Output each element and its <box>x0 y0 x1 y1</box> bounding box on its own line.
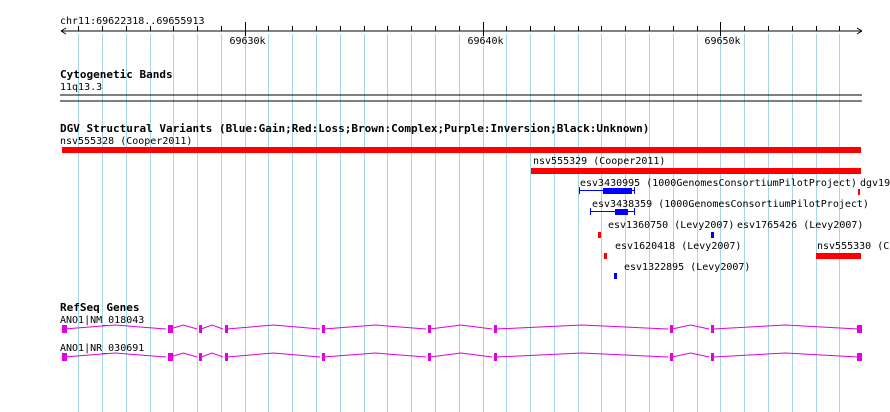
transcript-exon[interactable] <box>168 353 173 361</box>
transcript-label: ANO1|NM_018043 <box>60 315 144 326</box>
transcript-exon[interactable] <box>62 325 67 333</box>
transcript-exon[interactable] <box>199 353 202 361</box>
transcript-label: ANO1|NR_030691 <box>60 343 144 354</box>
variant-bar[interactable] <box>604 253 607 259</box>
variant-label: nsv555328 (Cooper2011) <box>60 136 192 147</box>
transcript-exon[interactable] <box>670 353 673 361</box>
transcript-exon[interactable] <box>322 353 325 361</box>
transcript-exon[interactable] <box>670 325 673 333</box>
variant-label: esv1360750 (Levy2007) <box>608 220 734 231</box>
transcript-intron-line[interactable] <box>63 352 859 358</box>
ruler-track: chr11:69622318..69655913 69630k 69640k 696… <box>60 16 863 47</box>
variant-label: nsv555329 (Cooper2011) <box>533 156 665 167</box>
variant-label: esv3430995 (1000GenomesConsortiumPilotPr… <box>580 178 857 189</box>
transcript-exon[interactable] <box>199 325 202 333</box>
ruler-tick-label: 69650k <box>704 36 740 47</box>
cytoband-label: 11q13.3 <box>60 82 102 93</box>
refseq-genes-track[interactable]: RefSeq Genes ANO1|NM_018043 ANO1|NR_03069… <box>60 301 862 361</box>
transcript-exon[interactable] <box>711 353 714 361</box>
variant-bar[interactable] <box>531 168 861 174</box>
variant-bar[interactable] <box>614 273 617 279</box>
refseq-genes-title: RefSeq Genes <box>60 301 139 314</box>
variant-bar[interactable] <box>858 189 860 195</box>
cytogenetic-bands-title: Cytogenetic Bands <box>60 68 173 81</box>
transcript-exon[interactable] <box>857 353 862 361</box>
transcript-exon[interactable] <box>428 353 431 361</box>
transcript-exon[interactable] <box>494 353 497 361</box>
location-label: chr11:69622318..69655913 <box>60 16 205 27</box>
transcript-exon[interactable] <box>494 325 497 333</box>
dgv-track-title: DGV Structural Variants (Blue:Gain;Red:L… <box>60 122 649 135</box>
variant-label: esv1620418 (Levy2007) <box>615 241 741 252</box>
transcript-exon[interactable] <box>857 325 862 333</box>
ruler-tick-label: 69640k <box>467 36 503 47</box>
variant-bar[interactable] <box>711 232 714 238</box>
variant-label: dgv19 <box>860 178 890 189</box>
transcript-exon[interactable] <box>322 325 325 333</box>
variant-bar[interactable] <box>598 232 601 238</box>
transcript-exon[interactable] <box>62 353 67 361</box>
tracks-canvas: chr11:69622318..69655913 69630k 69640k 696… <box>60 16 890 412</box>
variant-label: esv1322895 (Levy2007) <box>624 262 750 273</box>
transcript-exon[interactable] <box>225 353 228 361</box>
transcript-exon[interactable] <box>225 325 228 333</box>
variant-label: esv1765426 (Levy2007) <box>737 220 863 231</box>
variant-bar[interactable] <box>816 253 861 259</box>
genome-browser: chr11:69622318..69655913 69630k 69640k 696… <box>0 0 890 412</box>
transcript-intron-line[interactable] <box>63 324 859 330</box>
transcript-exon[interactable] <box>168 325 173 333</box>
variant-bar[interactable] <box>62 147 861 153</box>
ruler-tick-label: 69630k <box>229 36 265 47</box>
variant-label: nsv555330 (Co <box>817 241 890 252</box>
transcript-exon[interactable] <box>428 325 431 333</box>
cytogenetic-bands-track[interactable]: Cytogenetic Bands 11q13.3 <box>60 68 862 102</box>
variant-label: esv3438359 (1000GenomesConsortiumPilotPr… <box>592 199 869 210</box>
dgv-structural-variants-track[interactable]: DGV Structural Variants (Blue:Gain;Red:L… <box>60 122 890 279</box>
transcript-exon[interactable] <box>711 325 714 333</box>
